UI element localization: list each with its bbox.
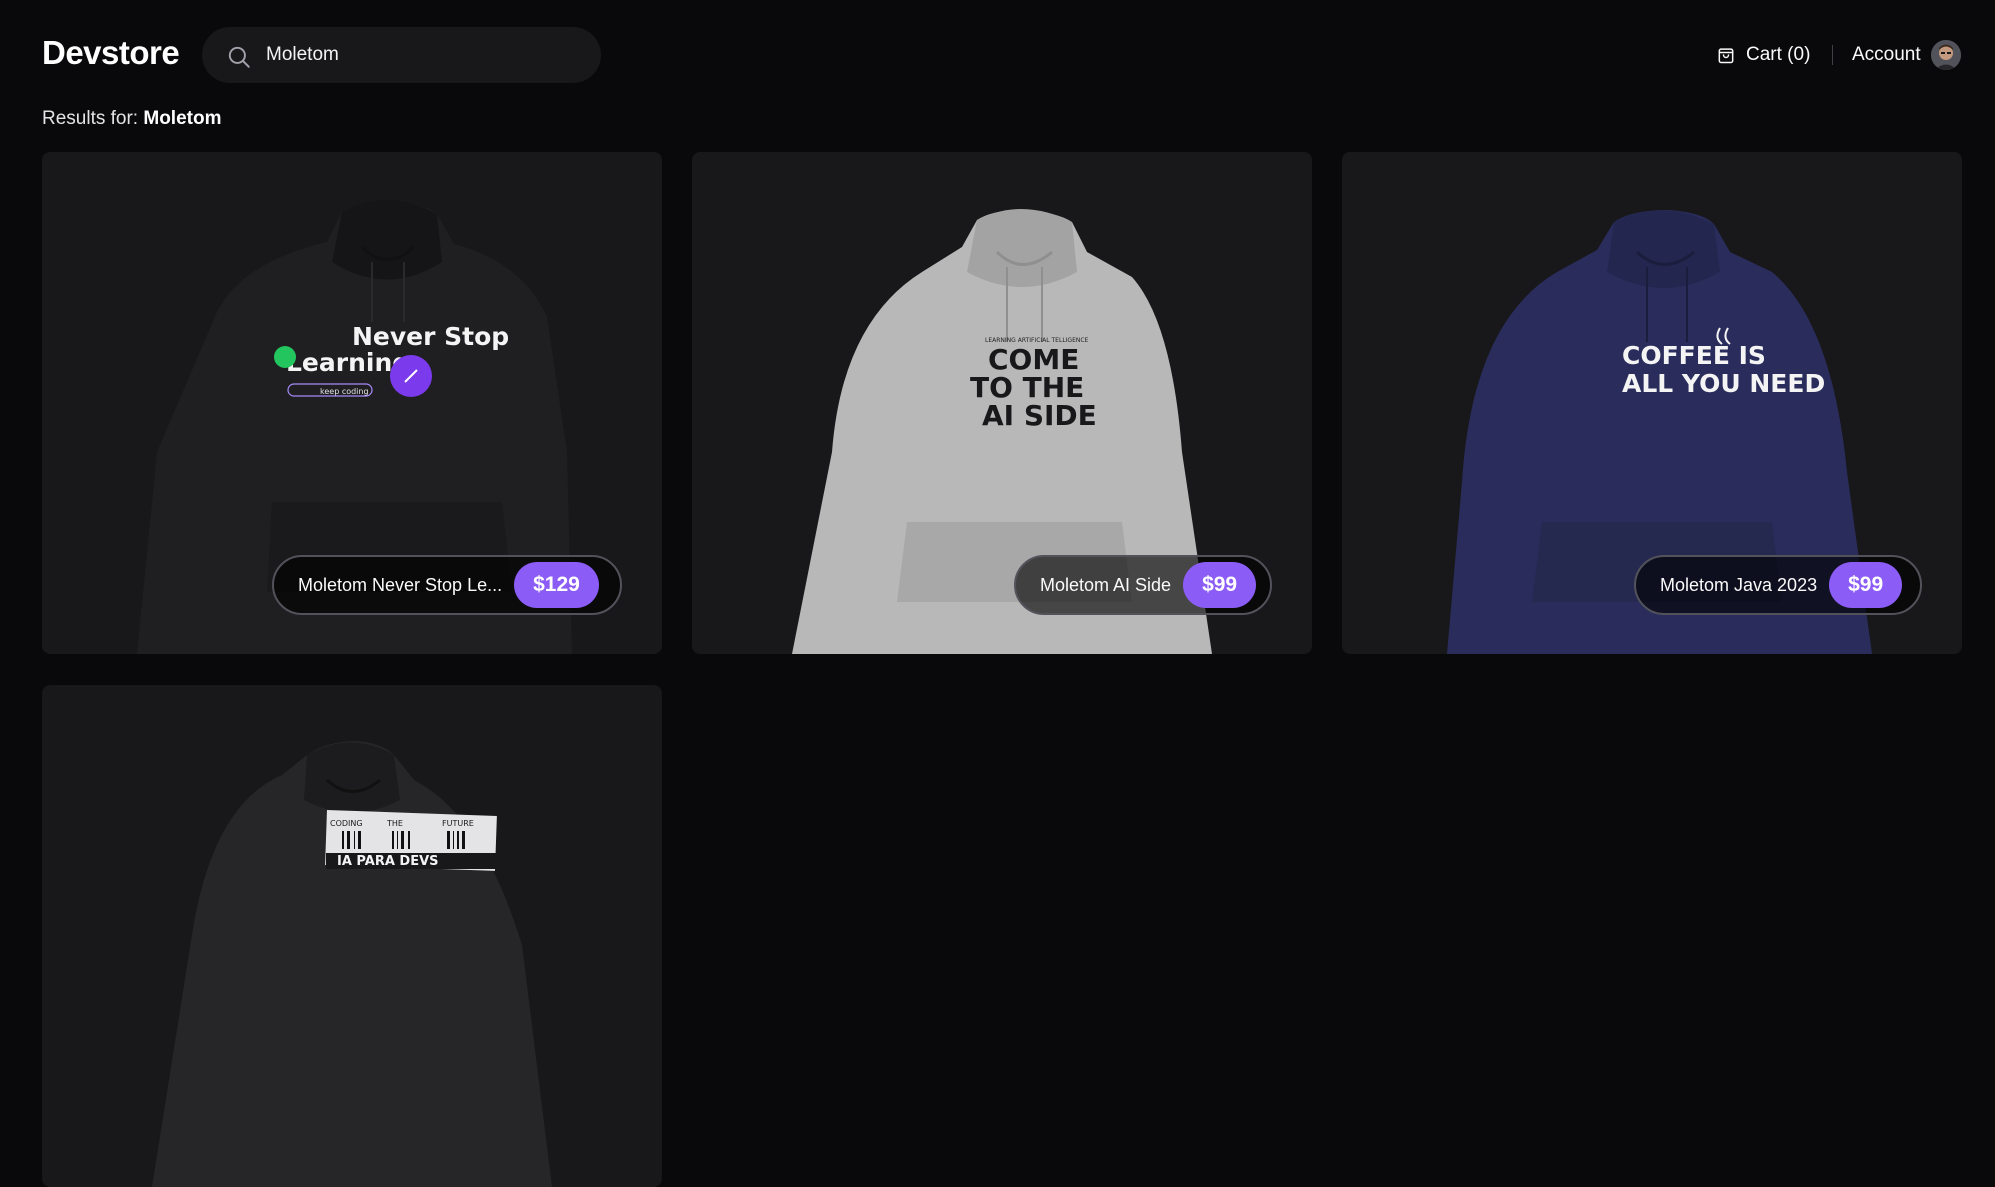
search-bar[interactable] xyxy=(202,27,601,83)
print-line1: COFFEE IS xyxy=(1622,341,1766,370)
product-tag: Moletom Never Stop Le... $129 xyxy=(272,555,622,615)
product-image: CODING THE FUTURE IA PARA DEVS xyxy=(152,741,552,1187)
product-card[interactable]: Never Stop Learning keep coding Moletom … xyxy=(42,152,662,654)
logo[interactable]: Devstore xyxy=(42,34,180,72)
product-card[interactable]: LEARNING ARTIFICIAL TELLIGENCE COME TO T… xyxy=(692,152,1312,654)
search-icon xyxy=(228,46,250,68)
print-line1: Never Stop xyxy=(352,322,509,351)
cart-label: Cart (0) xyxy=(1746,44,1811,65)
product-name: Moletom Never Stop Le... xyxy=(298,574,503,595)
print-main: IA PARA DEVS xyxy=(337,854,439,869)
print-line3: AI SIDE xyxy=(982,399,1097,432)
results-query: Moletom xyxy=(143,108,222,129)
print-top3: FUTURE xyxy=(442,819,474,828)
print-top2: THE xyxy=(386,819,403,828)
shopping-bag-icon xyxy=(1718,48,1734,64)
cart-button[interactable]: Cart (0) xyxy=(1716,42,1810,68)
product-name: Moletom Java 2023 xyxy=(1660,574,1818,595)
header: Devstore Cart (0) Account xyxy=(0,0,1995,110)
account-label: Account xyxy=(1852,44,1921,65)
product-price: $99 xyxy=(1183,562,1257,608)
product-card[interactable]: CODING THE FUTURE IA PARA DEVS xyxy=(42,685,662,1187)
avatar[interactable] xyxy=(1930,40,1961,70)
product-price: $99 xyxy=(1829,562,1903,608)
product-tag: Moletom AI Side $99 xyxy=(1014,555,1272,615)
print-small: keep coding xyxy=(320,387,369,396)
search-input[interactable] xyxy=(266,37,586,73)
results-heading: Results for: Moletom xyxy=(42,108,221,130)
print-line2: ALL YOU NEED xyxy=(1622,369,1825,398)
product-card[interactable]: COFFEE IS ALL YOU NEED Moletom Java 2023… xyxy=(1342,152,1962,654)
product-name: Moletom AI Side xyxy=(1040,574,1172,595)
results-prefix: Results for: xyxy=(42,108,139,129)
product-tag: Moletom Java 2023 $99 xyxy=(1634,555,1922,615)
account-link[interactable]: Account xyxy=(1852,38,1961,72)
header-divider xyxy=(1832,45,1833,65)
product-price: $129 xyxy=(514,562,599,608)
print-top1: CODING xyxy=(330,819,363,828)
